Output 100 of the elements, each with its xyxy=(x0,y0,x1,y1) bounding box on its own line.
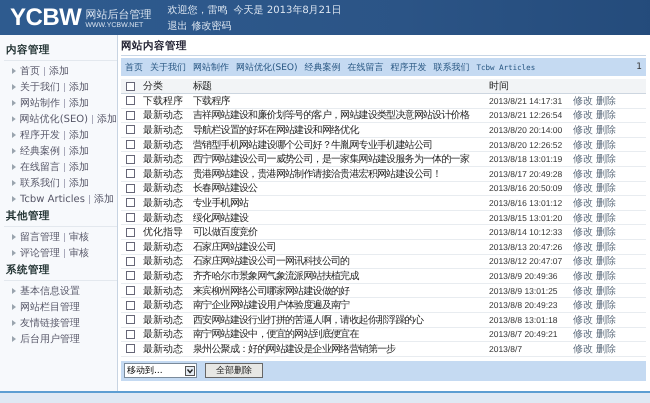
action-link[interactable]: 修改 xyxy=(573,240,593,254)
action-link[interactable]: 修改 xyxy=(573,298,593,312)
action-link[interactable]: 修改 xyxy=(573,210,593,225)
checkbox[interactable] xyxy=(126,228,135,237)
action-link[interactable]: 修改 xyxy=(573,342,593,356)
sidebar-action-link[interactable]: 添加 xyxy=(69,176,89,190)
action-link[interactable]: 删除 xyxy=(596,108,616,122)
category-link[interactable]: 经典案例 xyxy=(304,60,341,74)
action-link[interactable]: 删除 xyxy=(596,268,616,283)
arrow-icon xyxy=(12,336,16,342)
checkbox[interactable] xyxy=(126,198,135,208)
category-link[interactable]: 在线留言 xyxy=(348,60,384,74)
action-link[interactable]: 修改 xyxy=(573,94,593,108)
sidebar-link[interactable]: 程序开发 xyxy=(20,128,60,142)
checkbox[interactable] xyxy=(126,140,135,150)
action-link[interactable]: 修改 xyxy=(573,254,593,268)
sidebar-action-link[interactable]: 审核 xyxy=(69,246,89,260)
sidebar-link[interactable]: 友情链接管理 xyxy=(20,316,80,330)
sidebar-action-link[interactable]: 添加 xyxy=(69,128,89,142)
table-cell-text: 最新动态 xyxy=(143,212,184,225)
table-cell-text: 2013/8/16 13:01:12 xyxy=(489,198,564,208)
action-link[interactable]: 删除 xyxy=(596,284,616,298)
category-link[interactable]: 关于我们 xyxy=(150,60,186,74)
table-cell-text: 最新动态 xyxy=(143,298,184,312)
checkbox[interactable] xyxy=(126,213,135,222)
action-link[interactable]: 删除 xyxy=(596,312,616,327)
checkbox[interactable] xyxy=(126,154,135,164)
sidebar-link[interactable]: 网站栏目管理 xyxy=(20,300,80,314)
action-link[interactable]: 删除 xyxy=(596,240,616,254)
table-cell-text: 最新动态 xyxy=(143,138,184,152)
action-link[interactable]: 修改 xyxy=(573,327,593,342)
sidebar-action-link[interactable]: 添加 xyxy=(49,64,69,78)
action-link[interactable]: 删除 xyxy=(596,94,616,108)
action-link[interactable]: 修改 xyxy=(573,312,593,327)
category-link[interactable]: 程序开发 xyxy=(390,60,427,74)
sidebar-link[interactable]: 网站优化(SEO) xyxy=(20,112,88,126)
checkbox[interactable] xyxy=(126,242,135,252)
action-link[interactable]: 删除 xyxy=(596,152,616,166)
table-cell-text: 石家庄网站建设公司一网讯科技公司的 xyxy=(193,254,350,268)
delete-all-button[interactable]: 全部删除 xyxy=(205,363,263,378)
header-link[interactable]: 修改密码 xyxy=(191,18,232,32)
checkbox[interactable] xyxy=(126,169,135,178)
sidebar-link[interactable]: 后台用户管理 xyxy=(20,332,80,346)
action-link[interactable]: 修改 xyxy=(573,225,593,240)
sidebar-link[interactable]: 网站制作 xyxy=(20,96,60,110)
checkbox[interactable] xyxy=(126,271,135,280)
checkbox[interactable] xyxy=(126,184,135,193)
action-link[interactable]: 删除 xyxy=(596,138,616,152)
header-link[interactable]: 退出 xyxy=(167,18,188,32)
action-link[interactable]: 删除 xyxy=(596,196,616,210)
sidebar-link[interactable]: 经典案例 xyxy=(20,144,60,158)
action-link[interactable]: 修改 xyxy=(573,152,593,166)
checkbox[interactable] xyxy=(126,315,135,324)
table-cell-text: 最新动态 xyxy=(143,108,184,122)
action-link[interactable]: 修改 xyxy=(573,268,593,283)
category-link[interactable]: 网站制作 xyxy=(193,60,229,74)
action-link[interactable]: 修改 xyxy=(573,196,593,210)
checkbox[interactable] xyxy=(126,125,135,134)
action-link[interactable]: 修改 xyxy=(573,108,593,122)
sidebar-link[interactable]: 留言管理 xyxy=(20,230,60,244)
checkbox[interactable] xyxy=(126,300,135,310)
category-link[interactable]: 联系我们 xyxy=(434,60,470,74)
action-link[interactable]: 删除 xyxy=(596,327,616,342)
action-link[interactable]: 修改 xyxy=(573,284,593,298)
action-link[interactable]: 删除 xyxy=(596,122,616,137)
action-link[interactable]: 删除 xyxy=(596,342,616,356)
category-link[interactable]: 网站优化(SEO) xyxy=(236,60,298,74)
checkbox[interactable] xyxy=(126,286,135,296)
sidebar-action-link[interactable]: 添加 xyxy=(69,144,89,158)
checkbox[interactable] xyxy=(126,82,135,90)
sidebar-action-link[interactable]: 添加 xyxy=(69,80,89,94)
sidebar-link[interactable]: 基本信息设置 xyxy=(20,284,80,298)
sidebar-link[interactable]: 首页 xyxy=(20,64,40,78)
checkbox[interactable] xyxy=(126,344,135,354)
checkbox[interactable] xyxy=(126,110,135,120)
checkbox[interactable] xyxy=(126,96,135,106)
sidebar-action-link[interactable]: 添加 xyxy=(69,160,89,174)
action-link[interactable]: 删除 xyxy=(596,166,616,181)
action-link[interactable]: 删除 xyxy=(596,298,616,312)
sidebar-link[interactable]: Tcbw Articles xyxy=(20,194,85,204)
action-link[interactable]: 删除 xyxy=(596,254,616,268)
action-link[interactable]: 修改 xyxy=(573,181,593,196)
move-select[interactable]: 移动到... xyxy=(124,363,197,378)
sidebar-action-link[interactable]: 添加 xyxy=(69,96,89,110)
checkbox[interactable] xyxy=(126,256,135,266)
category-link[interactable]: 首页 xyxy=(125,60,143,74)
checkbox[interactable] xyxy=(126,330,135,339)
action-link[interactable]: 修改 xyxy=(573,138,593,152)
sidebar-action-link[interactable]: 添加 xyxy=(94,192,114,206)
action-link[interactable]: 修改 xyxy=(573,122,593,137)
sidebar-link[interactable]: 联系我们 xyxy=(20,176,60,190)
sidebar-link[interactable]: 评论管理 xyxy=(20,246,60,260)
sidebar-link[interactable]: 关于我们 xyxy=(20,80,60,94)
action-link[interactable]: 删除 xyxy=(596,181,616,196)
action-link[interactable]: 修改 xyxy=(573,166,593,181)
sidebar-link[interactable]: 在线留言 xyxy=(20,160,60,174)
action-link[interactable]: 删除 xyxy=(596,225,616,240)
sidebar-action-link[interactable]: 审核 xyxy=(69,230,89,244)
action-link[interactable]: 删除 xyxy=(596,210,616,225)
sidebar-action-link[interactable]: 添加 xyxy=(97,112,117,126)
